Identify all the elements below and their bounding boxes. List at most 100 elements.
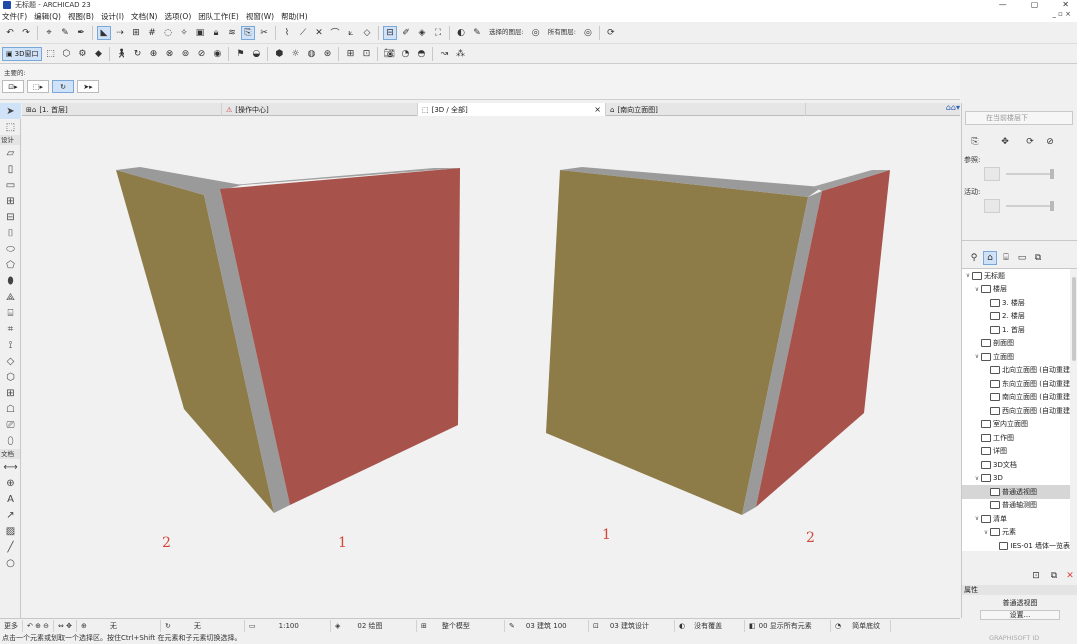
menu-help[interactable]: 帮助(H) xyxy=(281,11,308,22)
roof-tool-icon[interactable]: ⬠ xyxy=(0,257,21,273)
arrow-pointer-icon[interactable]: ➤▸ xyxy=(77,80,99,93)
cut-icon[interactable]: ✂ xyxy=(257,26,271,40)
gravity-icon[interactable]: ◣ xyxy=(97,25,111,40)
arrow-tool-icon[interactable]: ➤ xyxy=(0,103,21,119)
menu-teamwork[interactable]: 团队工作(E) xyxy=(198,11,239,22)
eraser-icon[interactable]: ◇ xyxy=(360,26,374,40)
pan-icon[interactable]: ⇔ ✥ xyxy=(54,619,78,632)
more-button[interactable]: 更多 xyxy=(0,619,23,632)
menu-document[interactable]: 文档(N) xyxy=(131,11,157,22)
menu-view[interactable]: 视图(B) xyxy=(68,11,94,22)
rotate-icon[interactable]: ⟳ xyxy=(1023,135,1037,149)
3d-box-icon[interactable]: ⬡ xyxy=(59,47,73,61)
snap-guides-icon[interactable]: ⊞ xyxy=(129,26,143,40)
wall-tool-icon[interactable]: ▱ xyxy=(0,145,21,161)
skylight-tool-icon[interactable]: ⟁ xyxy=(0,289,21,305)
record-icon[interactable]: ◔ xyxy=(398,47,412,61)
tree-toggle-icon[interactable]: ∨ xyxy=(973,353,981,360)
bucket-icon[interactable]: ⛶ xyxy=(431,26,445,40)
tree-item[interactable]: 南向立面图 (自动重建 xyxy=(962,391,1070,405)
3d-style-icon[interactable]: ⬚ xyxy=(43,47,57,61)
tree-toggle-icon[interactable]: ∨ xyxy=(973,475,981,482)
menu-options[interactable]: 选项(O) xyxy=(164,11,191,22)
morph-tool-icon[interactable]: ◇ xyxy=(0,353,21,369)
render-settings-icon[interactable]: ◓ xyxy=(414,47,428,61)
inject-icon[interactable]: ✒ xyxy=(74,26,88,40)
graphic-override-combo[interactable]: ◐ 没有覆盖 xyxy=(675,619,746,632)
menu-window[interactable]: 视窗(W) xyxy=(246,11,274,22)
tree-item[interactable]: ∨ 元素 xyxy=(962,526,1070,540)
tree-item[interactable]: 剖面图 xyxy=(962,337,1070,351)
beam-tool-icon[interactable]: ▭ xyxy=(0,177,21,193)
pen-icon[interactable]: ✐ xyxy=(399,26,413,40)
active-swatch[interactable] xyxy=(984,199,1000,213)
marquee-tool-icon[interactable]: ⬚ xyxy=(0,119,21,135)
structural-display-combo[interactable]: ◔ 简单底纹 xyxy=(831,619,892,632)
object-tool-icon[interactable]: ⌷ xyxy=(0,225,21,241)
tree-item[interactable]: 西向立面图 (自动重建 xyxy=(962,404,1070,418)
explore-icon[interactable]: ⊕ xyxy=(146,47,160,61)
tree-item[interactable]: 1. 首层 xyxy=(962,323,1070,337)
tab-floor-plan[interactable]: ⊞⌂ [1. 首层] xyxy=(22,103,222,116)
tree-item[interactable]: ∨ 3D xyxy=(962,472,1070,486)
menu-design[interactable]: 设计(I) xyxy=(101,11,124,22)
tree-item[interactable]: 3. 楼层 xyxy=(962,296,1070,310)
cutaway-icon[interactable]: ◉ xyxy=(210,47,224,61)
layout-book-icon[interactable]: ▭ xyxy=(1015,251,1029,265)
cutting-planes-icon[interactable]: ⬢ xyxy=(272,47,286,61)
camera-icon[interactable]: 📷︎ xyxy=(382,47,396,61)
landscape-tool-icon[interactable]: ⬯ xyxy=(0,433,21,449)
move-icon[interactable]: ✥ xyxy=(998,135,1012,149)
section-icon[interactable]: ⊘ xyxy=(194,47,208,61)
active-slider[interactable] xyxy=(1006,201,1054,211)
rotation-combo[interactable]: ↻ 无 xyxy=(161,619,246,632)
paint-icon[interactable]: ◈ xyxy=(415,26,429,40)
layer-combo-icon[interactable]: ◐ xyxy=(454,26,468,40)
grid-snap-icon[interactable]: # xyxy=(145,26,159,40)
magic-wand-icon[interactable]: ✧ xyxy=(177,26,191,40)
layer-visibility-icon[interactable]: ◎ xyxy=(529,26,543,40)
properties-header[interactable]: 属性 xyxy=(962,585,1077,595)
railing-tool-icon[interactable]: ⟟ xyxy=(0,337,21,353)
text-tool-icon[interactable]: A xyxy=(0,491,21,507)
stair-tool-icon[interactable]: ⌗ xyxy=(0,321,21,337)
3d-window-settings-icon[interactable]: ⚙ xyxy=(75,47,89,61)
ruler-icon[interactable]: ✎ xyxy=(470,26,484,40)
menu-edit[interactable]: 编辑(Q) xyxy=(34,11,61,22)
align-icon[interactable]: ⊟ xyxy=(383,25,397,40)
scale-combo[interactable]: ▭ 1:100 xyxy=(245,619,332,632)
tree-toggle-icon[interactable]: ∨ xyxy=(973,286,981,293)
tree-item[interactable]: ∨ 楼层 xyxy=(962,283,1070,297)
lamp-tool-icon[interactable]: ☖ xyxy=(0,401,21,417)
trace-icon[interactable]: ⌖ xyxy=(42,26,56,40)
tree-item[interactable]: 普通透视图 xyxy=(962,485,1070,499)
orbit-icon[interactable]: ↻ xyxy=(130,47,144,61)
walk-icon[interactable]: 🚶︎ xyxy=(114,47,128,61)
tree-item[interactable]: 3D文档 xyxy=(962,458,1070,472)
fly-icon[interactable]: ⊚ xyxy=(178,47,192,61)
navigator-scrollbar[interactable] xyxy=(1070,269,1077,551)
tree-item[interactable]: 2. 楼层 xyxy=(962,310,1070,324)
tree-item[interactable]: 详图 xyxy=(962,445,1070,459)
camera-tool-icon[interactable]: ⎚ xyxy=(0,417,21,433)
settings-button[interactable]: 设置... xyxy=(980,610,1060,620)
shadow-icon[interactable]: ◒ xyxy=(249,47,263,61)
window-3d-button[interactable]: ▣ 3D窗口 xyxy=(2,46,43,61)
undo-zoom-icon[interactable]: ↶ ⊕ ⊖ xyxy=(23,619,55,632)
all-layers-icon[interactable]: ◎ xyxy=(581,26,595,40)
show-all-icon[interactable]: ⊛ xyxy=(320,47,334,61)
publisher-sets-icon[interactable]: ⧉ xyxy=(1031,251,1045,265)
navigator-menu-icon[interactable]: ⚲ xyxy=(967,251,981,265)
tree-item[interactable]: ∨ 清单 xyxy=(962,512,1070,526)
tab-action-center[interactable]: ⚠ [操作中心] xyxy=(222,103,418,116)
minimize-button[interactable]: — xyxy=(999,0,1007,9)
3d-cluster-icon[interactable]: ⁂ xyxy=(453,47,467,61)
view-map-icon[interactable]: ⌸ xyxy=(999,251,1013,265)
column-tool-icon[interactable]: ▯ xyxy=(0,161,21,177)
adjust-icon[interactable]: ⟋ xyxy=(296,26,310,40)
delete-icon[interactable]: ✕ xyxy=(1063,569,1077,583)
render-icon[interactable]: ◍ xyxy=(304,47,318,61)
trace-ref-icon[interactable]: ⎘ xyxy=(968,135,982,149)
layers-icon[interactable]: ≋ xyxy=(225,26,239,40)
geometry-icon[interactable]: ⬚▸ xyxy=(27,80,49,93)
